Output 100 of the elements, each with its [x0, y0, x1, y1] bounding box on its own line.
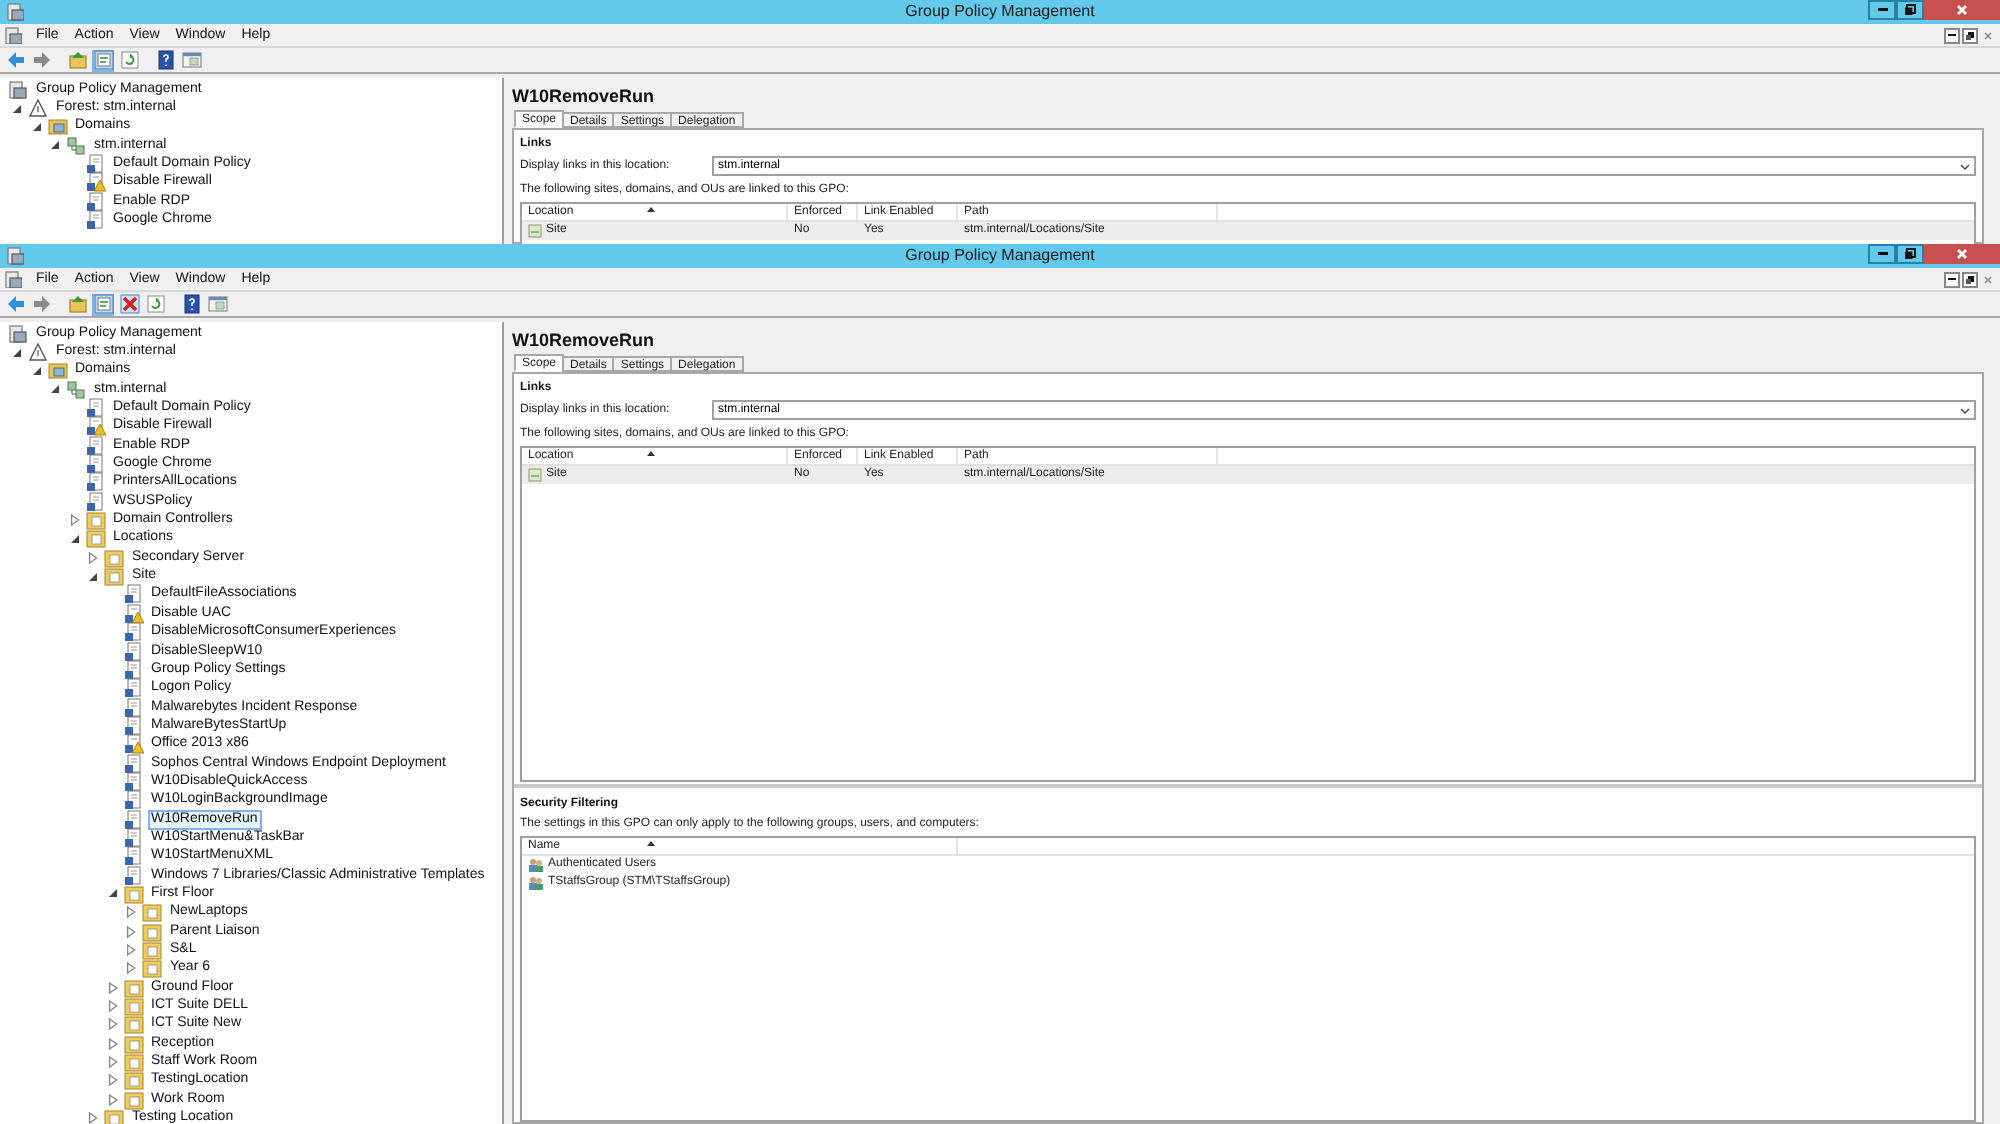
script-icon	[85, 191, 105, 212]
script-icon	[123, 753, 143, 774]
console-icon	[8, 79, 28, 100]
folder-icon	[123, 1070, 143, 1091]
window-title: Group Policy Management	[905, 0, 1095, 24]
script-icon	[123, 715, 143, 736]
site-icon	[528, 468, 542, 482]
refresh-button[interactable]	[144, 293, 166, 315]
script-warning-icon	[85, 416, 105, 437]
triangle-icon	[28, 342, 48, 363]
page-heading: W10RemoveRun	[512, 84, 657, 110]
expanded-caret-icon[interactable]	[50, 384, 60, 395]
script-icon	[123, 678, 143, 699]
folder-icon	[142, 940, 162, 961]
minimize-icon	[1948, 34, 1956, 36]
expanded-caret-icon[interactable]	[12, 347, 22, 358]
folder-icon	[123, 1033, 143, 1054]
triangle-icon	[28, 98, 48, 119]
collapsed-caret-icon[interactable]	[69, 514, 79, 527]
folder-up-button[interactable]	[66, 293, 88, 315]
script-icon	[85, 398, 105, 419]
collapsed-caret-icon[interactable]	[107, 1000, 117, 1013]
minimize-button[interactable]	[1868, 0, 1896, 20]
expanded-caret-icon[interactable]	[50, 140, 60, 151]
help-button[interactable]	[154, 49, 176, 71]
folder-icon	[123, 883, 143, 904]
delete-icon	[119, 294, 139, 314]
refresh-button[interactable]	[118, 49, 140, 71]
folder-icon	[123, 1089, 143, 1110]
refresh-icon	[145, 294, 165, 314]
console-window-icon	[181, 50, 201, 70]
close-button[interactable]	[1924, 0, 2000, 20]
collapsed-caret-icon[interactable]	[88, 551, 98, 564]
window-title: Group Policy Management	[905, 244, 1095, 268]
collapsed-caret-icon[interactable]	[107, 981, 117, 994]
folder-up-button[interactable]	[66, 49, 88, 71]
expanded-caret-icon[interactable]	[12, 103, 22, 114]
chevron-down-icon	[1960, 407, 1970, 413]
users-icon	[528, 858, 544, 872]
help-button[interactable]	[180, 293, 202, 315]
expanded-caret-icon[interactable]	[31, 365, 41, 376]
script-icon	[85, 154, 105, 175]
restore-button[interactable]	[1962, 27, 1978, 43]
collapsed-caret-icon[interactable]	[107, 1018, 117, 1031]
collapsed-caret-icon[interactable]	[107, 1074, 117, 1087]
minimize-button[interactable]	[1944, 271, 1960, 287]
folder-icon	[123, 996, 143, 1017]
tree-pane-button[interactable]	[92, 293, 114, 315]
close-button[interactable]	[1924, 244, 2000, 264]
script-icon	[123, 771, 143, 792]
help-icon	[155, 50, 175, 70]
close-icon	[1956, 4, 1968, 16]
collapsed-caret-icon[interactable]	[126, 962, 136, 975]
forward-arrow-icon	[31, 294, 51, 314]
close-icon	[1984, 275, 1992, 283]
collapsed-caret-icon[interactable]	[107, 1056, 117, 1069]
restore-button[interactable]	[1896, 0, 1924, 20]
sort-icon	[646, 450, 656, 456]
expanded-caret-icon[interactable]	[107, 888, 117, 899]
site-icon	[528, 224, 542, 238]
sort-icon	[646, 840, 656, 846]
folder-up-icon	[67, 50, 87, 70]
tree-pane-icon	[93, 294, 113, 314]
collapsed-caret-icon[interactable]	[126, 925, 136, 938]
expanded-caret-icon[interactable]	[88, 571, 98, 582]
back-arrow-button[interactable]	[4, 293, 26, 315]
back-arrow-button[interactable]	[4, 49, 26, 71]
minimize-icon	[1948, 278, 1956, 280]
back-arrow-icon	[5, 294, 25, 314]
collapsed-caret-icon[interactable]	[107, 1093, 117, 1106]
expanded-caret-icon[interactable]	[31, 121, 41, 132]
collapsed-caret-icon[interactable]	[107, 1037, 117, 1050]
script-icon	[123, 641, 143, 662]
help-icon	[181, 294, 201, 314]
collapsed-caret-icon[interactable]	[88, 1112, 98, 1124]
expanded-caret-icon[interactable]	[69, 533, 79, 544]
minimize-button[interactable]	[1944, 27, 1960, 43]
collapsed-caret-icon[interactable]	[126, 944, 136, 957]
folder-icon	[142, 958, 162, 979]
tree-pane-icon	[93, 50, 113, 70]
forward-arrow-icon	[31, 50, 51, 70]
chevron-down-icon	[1960, 163, 1970, 169]
script-icon	[123, 622, 143, 643]
close-icon	[1956, 248, 1968, 260]
folder-up-icon	[67, 294, 87, 314]
tree-pane-button[interactable]	[92, 49, 114, 71]
delete-button[interactable]	[118, 293, 140, 315]
script-icon	[85, 472, 105, 493]
script-icon	[123, 846, 143, 867]
minimize-icon	[1877, 252, 1887, 256]
folder-icon	[47, 116, 67, 137]
close-icon	[1984, 31, 1992, 39]
restore-button[interactable]	[1962, 271, 1978, 287]
script-warning-icon	[123, 734, 143, 755]
folder-icon	[47, 360, 67, 381]
collapsed-caret-icon[interactable]	[126, 906, 136, 919]
restore-button[interactable]	[1896, 244, 1924, 264]
sort-icon	[646, 206, 656, 212]
restore-icon	[1904, 248, 1916, 260]
minimize-button[interactable]	[1868, 244, 1896, 264]
